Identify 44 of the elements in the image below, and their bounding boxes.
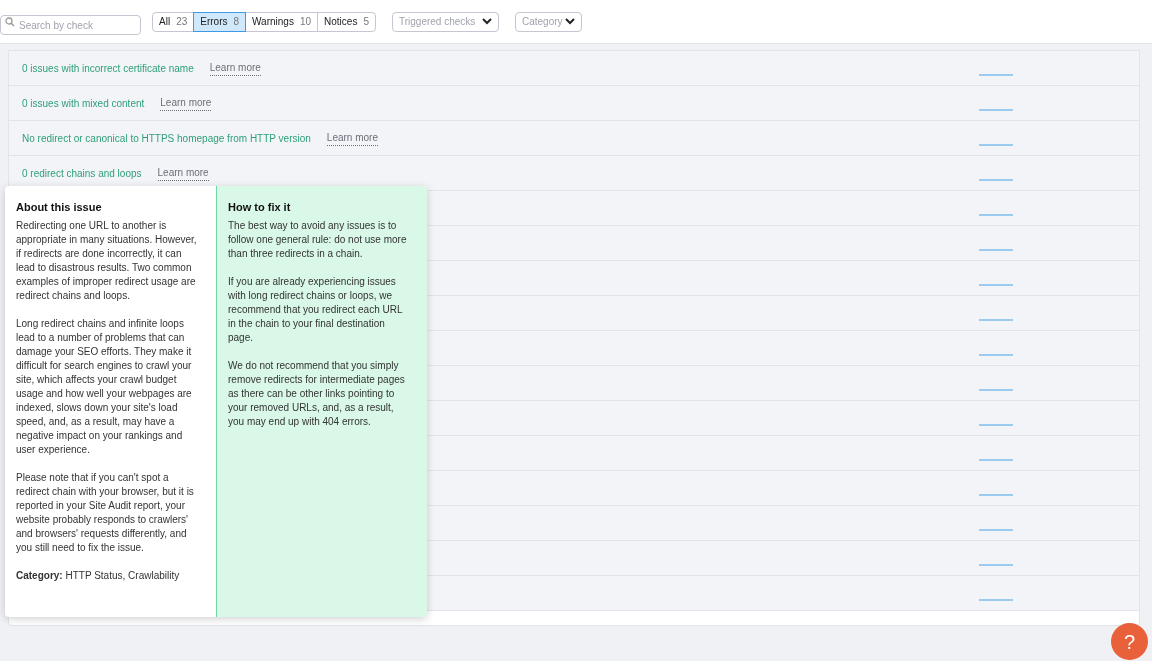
trend-line-icon	[979, 179, 1013, 181]
popup-paragraph: The best way to avoid any issues is to follow one general rule: do not use more than three redirects in a chain.	[228, 218, 408, 261]
popup-heading: About this issue	[16, 200, 103, 215]
trend-line-icon	[979, 74, 1013, 76]
trend-line-icon	[979, 494, 1013, 496]
trend-line-icon	[979, 424, 1013, 426]
popup-paragraph: If you are already experiencing issues with long redirect chains or loops, we recommend that you redirect each URL in the chain to your final destination page.	[228, 274, 404, 345]
issue-title[interactable]: 0 redirect chains and loops	[22, 165, 142, 181]
chevron-down-icon	[481, 18, 492, 25]
filter-tab[interactable]: Errors 8	[193, 11, 247, 32]
filter-tab[interactable]: Warnings 10	[245, 11, 319, 32]
trend-line-icon	[979, 459, 1013, 461]
search-field[interactable]: Search by check	[0, 15, 141, 35]
help-button[interactable]: ?	[1111, 623, 1148, 660]
issue-title[interactable]: 0 issues with incorrect certificate name	[22, 60, 194, 76]
trend-line-icon	[979, 249, 1013, 251]
filter-tab[interactable]: All 23	[152, 11, 195, 32]
dropdown[interactable]: Category	[514, 11, 582, 32]
trend-line-icon	[979, 354, 1013, 356]
popup-heading: How to fix it	[228, 200, 292, 215]
trend-line-icon	[979, 144, 1013, 146]
search-icon	[5, 16, 15, 27]
learn-more-link[interactable]: Learn more	[209, 60, 261, 76]
issue-title[interactable]: 0 issues with mixed content	[22, 95, 145, 111]
filter-tab[interactable]: Notices 5	[317, 11, 376, 32]
learn-more-link[interactable]: Learn more	[326, 130, 378, 146]
popup-paragraph: Redirecting one URL to another is appropriate in many situations. However, if redirects are done incorrectly, it can lead to disastrous results. Two common examples of improper redirect usage are redirect chains and loops.	[16, 218, 198, 303]
trend-line-icon	[979, 319, 1013, 321]
chevron-down-icon	[564, 18, 575, 25]
category-text: Category: HTTP Status, Crawlability	[16, 568, 181, 583]
dropdown[interactable]: Triggered checks	[391, 11, 499, 32]
popup-paragraph: We do not recommend that you simply remove redirects for intermediate pages as there can be other links pointing to your removed URLs, and, as a result, you may end up with 404 errors.	[228, 358, 406, 429]
popup-paragraph: Long redirect chains and infinite loops lead to a number of problems that can damage your SEO efforts. They make it difficult for search engines to crawl your site, which affects your crawl budget usage and how well your webpages are indexed, slows down your site's load speed, and, as a result, may have a negative impact on your rankings and user experience.	[16, 316, 193, 457]
issue-title[interactable]: No redirect or canonical to HTTPS homepage from HTTP version	[22, 130, 311, 146]
trend-line-icon	[979, 389, 1013, 391]
trend-line-icon	[979, 599, 1013, 601]
trend-line-icon	[979, 109, 1013, 111]
learn-more-link[interactable]: Learn more	[160, 95, 212, 111]
trend-line-icon	[979, 284, 1013, 286]
trend-line-icon	[979, 564, 1013, 566]
popup-paragraph: Please note that if you can't spot a redirect chain with your browser, but it is reported in your Site Audit report, your website probably responds to crawlers' and browsers' requests differently, and you still need to fix the issue.	[16, 470, 195, 555]
trend-line-icon	[979, 214, 1013, 216]
learn-more-link[interactable]: Learn more	[157, 165, 209, 181]
trend-line-icon	[979, 529, 1013, 531]
